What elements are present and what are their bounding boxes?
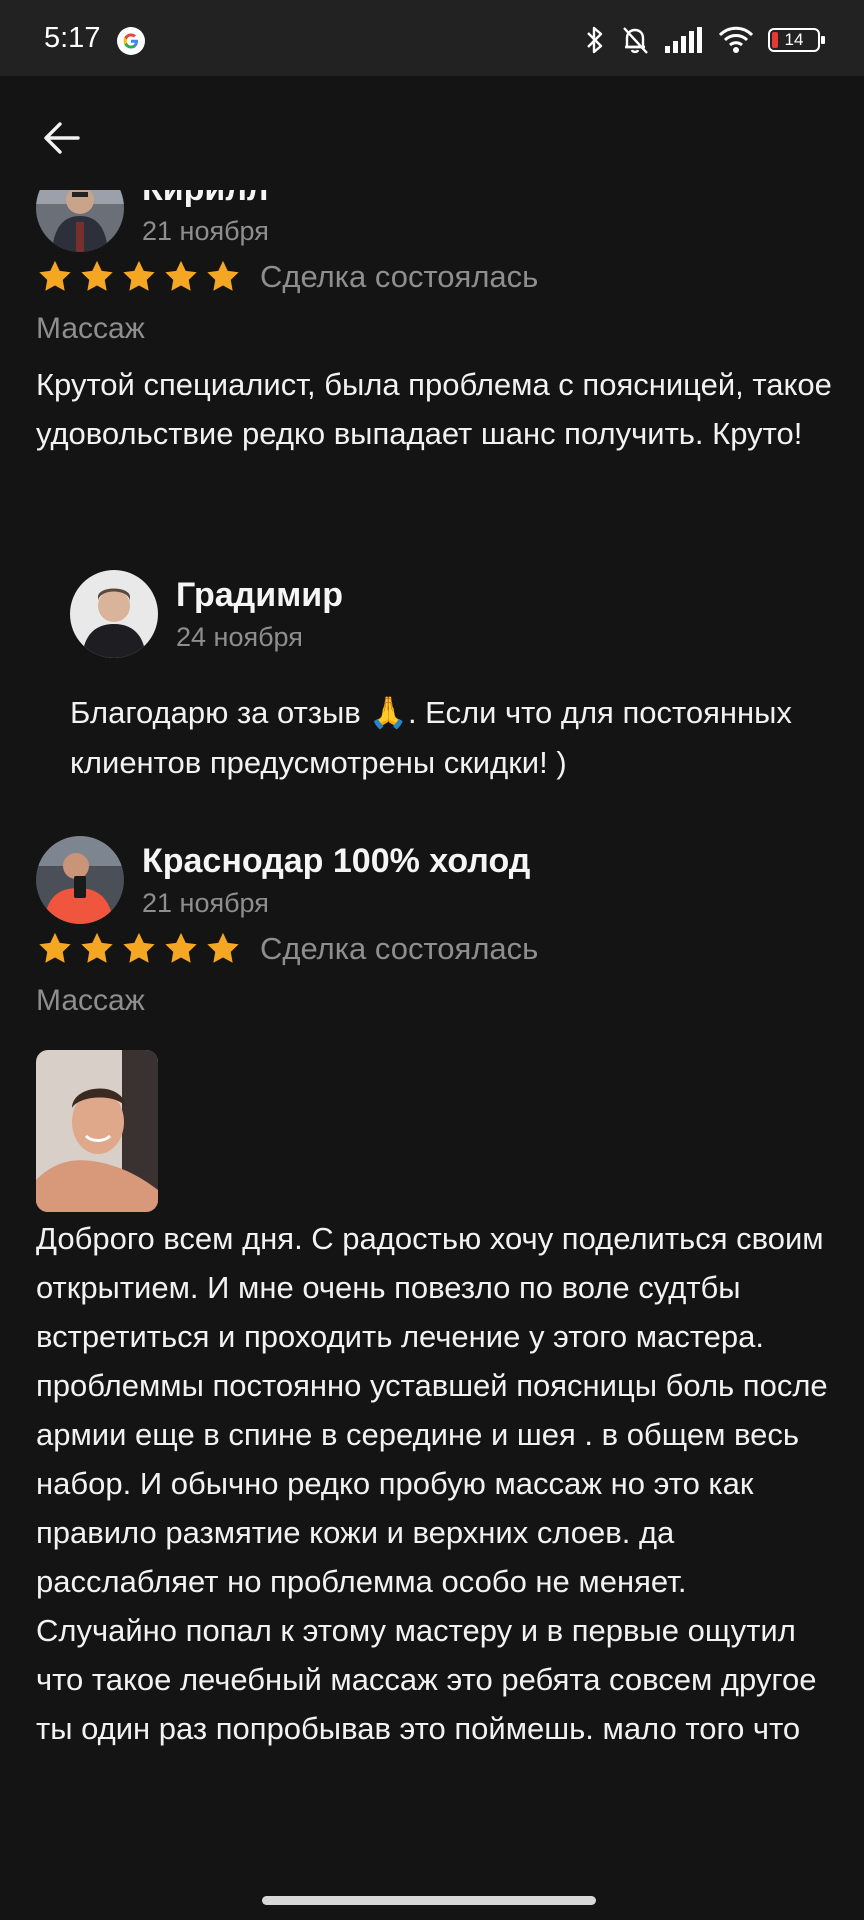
service-category: Массаж bbox=[36, 312, 145, 345]
service-category: Массаж bbox=[36, 984, 145, 1017]
review-date: 21 ноября bbox=[142, 888, 269, 918]
rating-row: Сделка состоялась bbox=[36, 930, 538, 968]
star-rating bbox=[36, 930, 242, 968]
screen: 5:17 14 21 ноября Сделка состоялась Масс… bbox=[0, 0, 864, 1920]
star-icon bbox=[39, 932, 71, 963]
reviews-list[interactable]: Кирилл 21 ноября Сделка состоялась Масса… bbox=[0, 190, 864, 1885]
wifi-icon bbox=[718, 26, 754, 53]
reply-author[interactable]: Градимир bbox=[176, 576, 343, 615]
rating-row: Сделка состоялась bbox=[36, 258, 538, 296]
signal-icon bbox=[665, 27, 702, 53]
deal-status: Сделка состоялась bbox=[260, 259, 539, 294]
google-icon bbox=[117, 27, 145, 55]
star-icon bbox=[81, 260, 113, 291]
deal-status: Сделка состоялась bbox=[260, 931, 539, 966]
star-rating bbox=[36, 258, 242, 296]
star-icon bbox=[39, 260, 71, 291]
review-header: Краснодар 100% холод 21 ноября bbox=[36, 836, 836, 926]
reply-date: 24 ноября bbox=[176, 622, 303, 652]
star-icon bbox=[165, 260, 197, 291]
star-icon bbox=[207, 932, 239, 963]
arrow-left-icon bbox=[44, 122, 80, 154]
review-date: 21 ноября bbox=[142, 216, 269, 246]
bluetooth-icon bbox=[587, 26, 603, 54]
battery-level: 14 bbox=[784, 30, 804, 49]
status-bar: 5:17 14 bbox=[0, 0, 864, 76]
review-card: Кирилл 21 ноября Сделка состоялась Масса… bbox=[36, 190, 836, 780]
star-icon bbox=[123, 260, 155, 291]
seller-reply: Градимир 24 ноября Благодарю за отзыв 🙏.… bbox=[70, 570, 830, 780]
reply-header: Градимир 24 ноября bbox=[70, 570, 830, 660]
star-icon bbox=[165, 932, 197, 963]
reply-text: Благодарю за отзыв 🙏. Если что для посто… bbox=[70, 695, 792, 780]
review-author[interactable]: Краснодар 100% холод bbox=[142, 842, 530, 881]
status-icons: 14 bbox=[584, 20, 825, 60]
review-header: Кирилл 21 ноября bbox=[36, 190, 836, 254]
back-button[interactable] bbox=[36, 112, 88, 164]
review-author[interactable]: Кирилл bbox=[142, 190, 269, 209]
review-text: Крутой специалист, была проблема с поясн… bbox=[36, 367, 832, 451]
status-time: 5:17 bbox=[44, 22, 101, 54]
home-indicator[interactable] bbox=[262, 1896, 596, 1905]
star-icon bbox=[81, 932, 113, 963]
battery-icon: 14 bbox=[768, 28, 825, 52]
review-card: Краснодар 100% холод 21 ноября Сделка со… bbox=[36, 836, 836, 1746]
avatar[interactable] bbox=[36, 836, 124, 924]
navigation-bar bbox=[0, 1885, 864, 1920]
bell-off-icon bbox=[623, 27, 648, 54]
star-icon bbox=[207, 260, 239, 291]
star-icon bbox=[123, 932, 155, 963]
avatar[interactable] bbox=[70, 570, 158, 658]
avatar[interactable] bbox=[36, 190, 124, 252]
review-text: Доброго всем дня. С радостью хочу подели… bbox=[36, 1221, 828, 1746]
review-photo[interactable] bbox=[36, 1050, 158, 1212]
